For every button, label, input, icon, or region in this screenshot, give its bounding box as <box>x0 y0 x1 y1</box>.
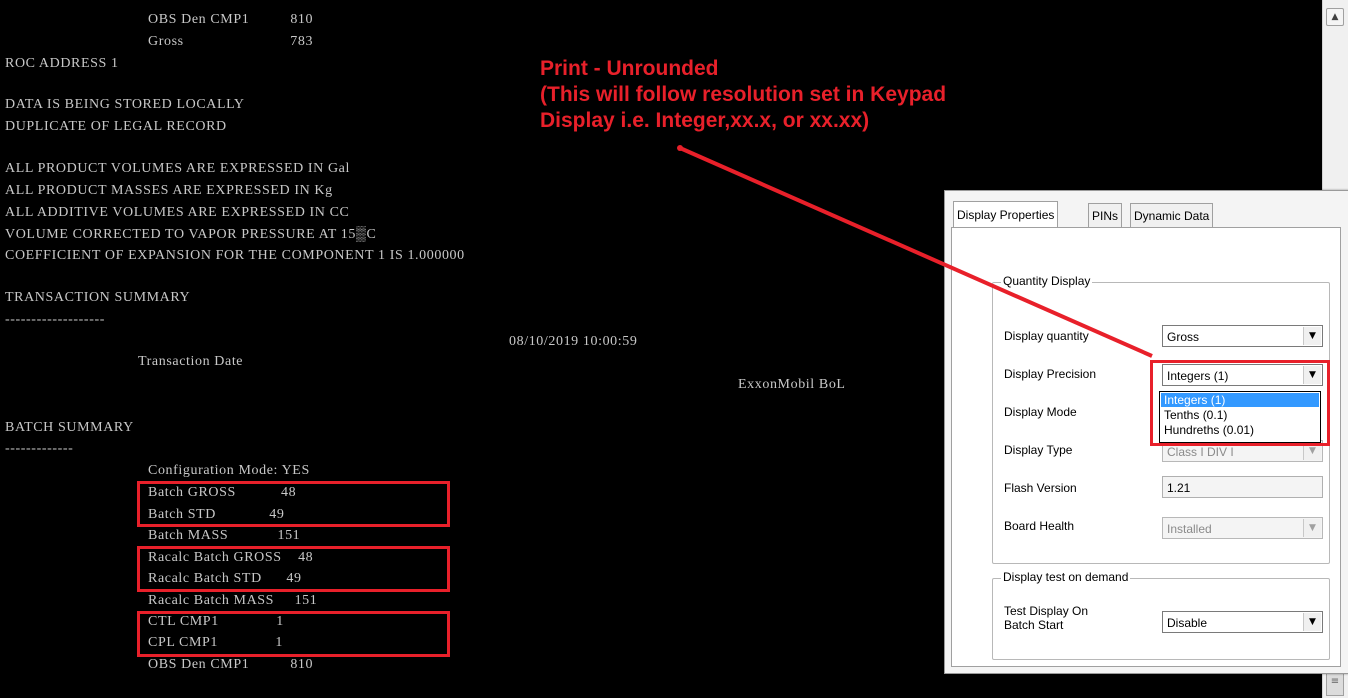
arrow-tail <box>677 145 683 151</box>
arrow-line <box>679 146 1153 358</box>
callout-arrow <box>677 145 1153 358</box>
